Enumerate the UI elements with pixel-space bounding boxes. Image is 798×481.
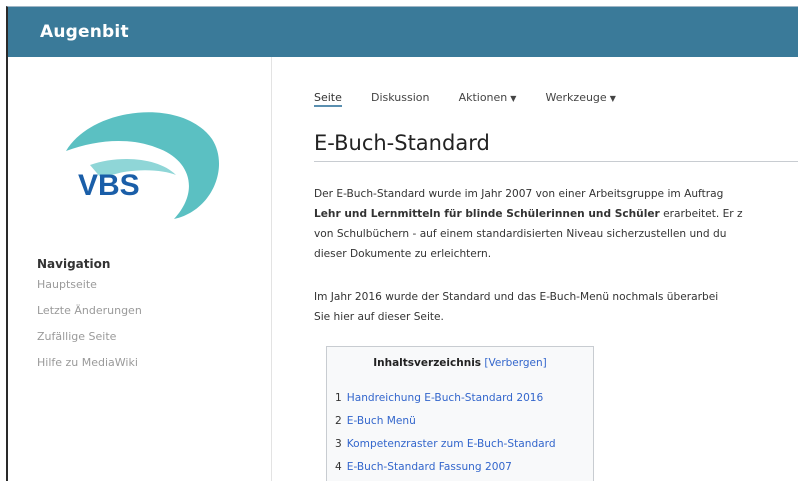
- paragraph-line: von Schulbüchern - auf einem standardisi…: [314, 228, 727, 240]
- nav-item-zufaellige-seite[interactable]: Zufällige Seite: [37, 329, 142, 355]
- logo-text: VBS: [78, 169, 140, 202]
- tab-aktionen[interactable]: Aktionen ▼: [459, 91, 517, 104]
- toc-link[interactable]: Kompetenzraster zum E-Buch-Standard: [347, 438, 556, 450]
- update-paragraph: Im Jahr 2016 wurde der Standard und das …: [314, 287, 798, 327]
- page-title: E-Buch-Standard: [314, 131, 490, 155]
- caret-down-icon: ▼: [510, 94, 517, 103]
- vbs-logo[interactable]: VBS: [62, 99, 230, 231]
- caret-down-icon: ▼: [609, 94, 616, 103]
- tab-aktionen-label: Aktionen: [458, 91, 508, 104]
- toc-number: 3: [335, 438, 342, 450]
- bold-phrase: Lehr und Lernmitteln für blinde Schüleri…: [314, 208, 660, 220]
- paragraph-text: erarbeitet. Er z: [659, 208, 743, 220]
- nav-item-hauptseite[interactable]: Hauptseite: [37, 277, 142, 303]
- toc-item: 2 E-Buch Menü: [335, 413, 556, 436]
- intro-paragraph: Der E-Buch-Standard wurde im Jahr 2007 v…: [314, 184, 798, 264]
- toc-item: 3 Kompetenzraster zum E-Buch-Standard: [335, 436, 556, 459]
- toc-list: 1 Handreichung E-Buch-Standard 2016 2 E-Bu…: [335, 390, 556, 481]
- table-of-contents: Inhaltsverzeichnis [Verbergen] 1 Handreic…: [326, 346, 594, 481]
- sidebar: VBS Navigation Hauptseite Letzte Änderun…: [8, 57, 272, 481]
- toc-number: 2: [335, 415, 342, 427]
- browser-viewport: Augenbit VBS Navigation Hauptseite Letzt…: [6, 6, 798, 481]
- nav-item-letzte-aenderungen[interactable]: Letzte Änderungen: [37, 303, 142, 329]
- main-content: Seite Diskussion Aktionen ▼ Werkzeuge ▼ E-…: [314, 57, 798, 481]
- nav-list: Hauptseite Letzte Änderungen Zufällige S…: [37, 277, 142, 381]
- toc-item: 4 E-Buch-Standard Fassung 2007: [335, 459, 556, 481]
- toc-link[interactable]: E-Buch Menü: [347, 415, 416, 427]
- paragraph-line: dieser Dokumente zu erleichtern.: [314, 248, 492, 260]
- toc-link[interactable]: Handreichung E-Buch-Standard 2016: [347, 392, 544, 404]
- toc-header: Inhaltsverzeichnis [Verbergen]: [327, 357, 593, 369]
- title-divider: [314, 161, 798, 162]
- nav-heading: Navigation: [37, 257, 111, 271]
- sidebar-divider: [271, 57, 272, 481]
- paragraph-line: Sie hier auf dieser Seite.: [314, 311, 444, 323]
- paragraph-line: Lehr und Lernmitteln für blinde Schüleri…: [314, 204, 798, 224]
- nav-item-hilfe-mediawiki[interactable]: Hilfe zu MediaWiki: [37, 355, 142, 381]
- toc-number: 1: [335, 392, 342, 404]
- tab-werkzeuge-label: Werkzeuge: [545, 91, 607, 104]
- toc-title: Inhaltsverzeichnis: [373, 357, 482, 369]
- toc-link[interactable]: E-Buch-Standard Fassung 2007: [347, 461, 512, 473]
- tab-werkzeuge[interactable]: Werkzeuge ▼: [546, 91, 616, 104]
- page-tabs: Seite Diskussion Aktionen ▼ Werkzeuge ▼: [314, 86, 640, 107]
- toc-number: 4: [335, 461, 342, 473]
- site-brand[interactable]: Augenbit: [40, 22, 129, 42]
- toc-item: 1 Handreichung E-Buch-Standard 2016: [335, 390, 556, 413]
- paragraph-line: Im Jahr 2016 wurde der Standard und das …: [314, 291, 719, 303]
- paragraph-line: Der E-Buch-Standard wurde im Jahr 2007 v…: [314, 188, 724, 200]
- top-header-bar: Augenbit: [8, 7, 798, 57]
- tab-seite[interactable]: Seite: [314, 91, 342, 107]
- toc-toggle-link[interactable]: [Verbergen]: [484, 357, 546, 369]
- tab-diskussion[interactable]: Diskussion: [371, 91, 429, 104]
